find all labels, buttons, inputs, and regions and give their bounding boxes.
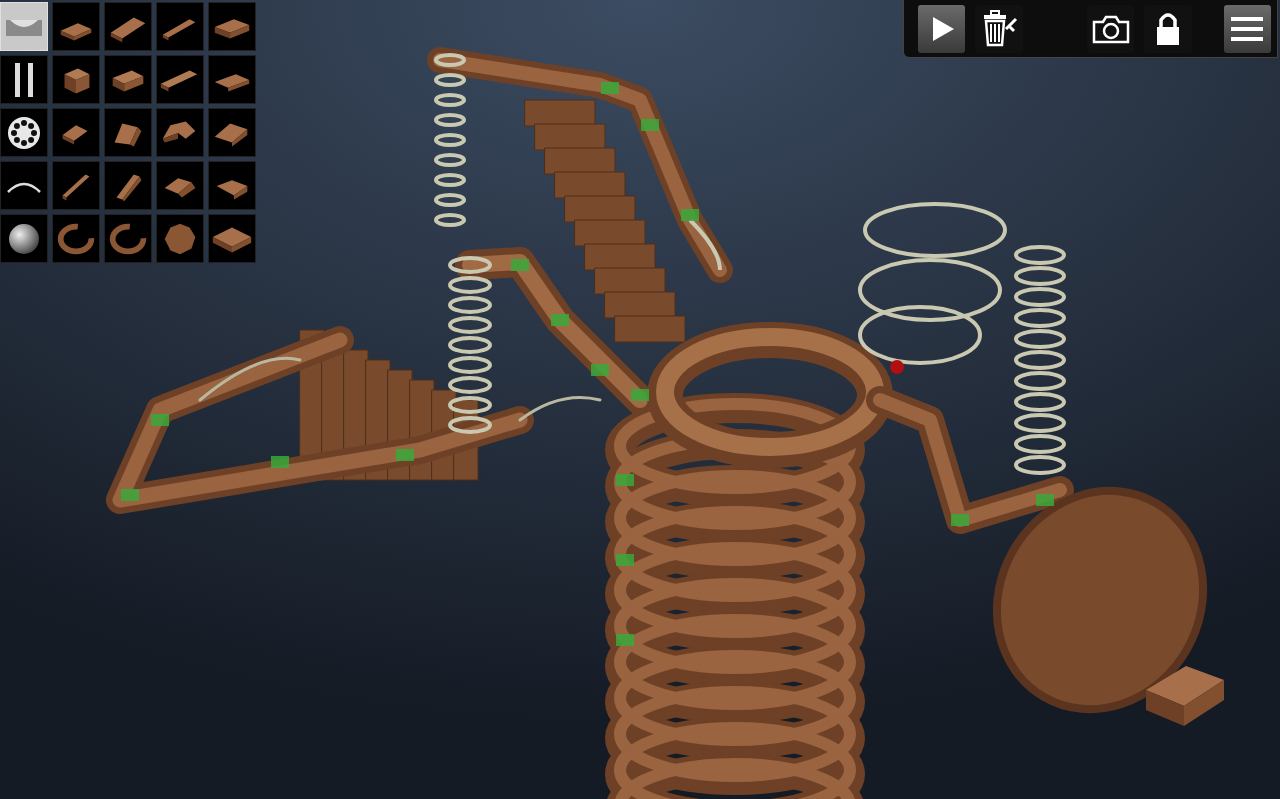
bar-piece-icon [157, 4, 203, 50]
corner-piece-icon [53, 110, 99, 156]
play-icon [927, 14, 957, 44]
piece-tile[interactable] [156, 2, 204, 51]
piece-tile[interactable] [208, 214, 256, 263]
track-icon [4, 12, 44, 42]
palette-row [0, 108, 256, 157]
ramp-piece-icon [105, 4, 151, 50]
piece-tile[interactable] [208, 108, 256, 157]
rails-icon [9, 61, 39, 99]
piece-palette [0, 2, 256, 263]
upper-frame-track [440, 60, 720, 342]
piece-tile[interactable] [208, 2, 256, 51]
step-piece-icon [157, 163, 203, 209]
slab-piece-icon [53, 4, 99, 50]
piece-tile[interactable] [104, 161, 152, 210]
ring-piece-icon [105, 216, 151, 262]
category-tile[interactable] [0, 2, 48, 51]
marble-ball [890, 360, 904, 374]
stick-piece-icon [53, 163, 99, 209]
category-tile[interactable] [0, 108, 48, 157]
camera-button[interactable] [1087, 5, 1134, 53]
camera-icon [1091, 13, 1131, 45]
lock-button[interactable] [1144, 5, 1191, 53]
piece-tile[interactable] [208, 55, 256, 104]
piece-tile[interactable] [156, 55, 204, 104]
category-tile[interactable] [0, 55, 48, 104]
palette-row [0, 2, 256, 51]
palette-row [0, 214, 256, 263]
ring-piece-icon [53, 216, 99, 262]
piece-tile[interactable] [52, 214, 100, 263]
fork-piece-icon [209, 110, 255, 156]
trash-icon [980, 9, 1018, 49]
piece-tile[interactable] [104, 214, 152, 263]
disc-piece-icon [157, 216, 203, 262]
game-screen [0, 0, 1280, 799]
left-loop-track [120, 262, 640, 500]
palette-row [0, 55, 256, 104]
piece-tile[interactable] [208, 161, 256, 210]
wire-icon [5, 176, 43, 196]
held-piece[interactable] [1146, 666, 1224, 726]
lock-icon [1152, 10, 1184, 48]
piece-tile[interactable] [104, 108, 152, 157]
arc-piece-icon [157, 110, 203, 156]
wheel-icon [5, 114, 43, 152]
category-tile[interactable] [0, 214, 48, 263]
piece-tile[interactable] [156, 161, 204, 210]
piece-tile[interactable] [104, 55, 152, 104]
piece-tile[interactable] [156, 214, 204, 263]
tray-piece-icon [209, 4, 255, 50]
track-joints [121, 82, 1054, 646]
category-tile[interactable] [0, 161, 48, 210]
right-track [880, 400, 1243, 747]
menu-button[interactable] [1224, 5, 1271, 53]
piece-tile[interactable] [52, 55, 100, 104]
spout-piece-icon [209, 163, 255, 209]
toolbar [903, 0, 1278, 58]
piece-tile[interactable] [52, 161, 100, 210]
cube-piece-icon [53, 57, 99, 103]
piece-tile[interactable] [104, 2, 152, 51]
beam-piece-icon [157, 57, 203, 103]
play-button[interactable] [918, 5, 965, 53]
spiral-tower [620, 337, 875, 799]
wedge-piece-icon [209, 57, 255, 103]
trash-button[interactable] [975, 5, 1022, 53]
piece-tile[interactable] [156, 108, 204, 157]
piece-tile[interactable] [52, 2, 100, 51]
ball-icon [7, 222, 41, 256]
block-piece-icon [105, 57, 151, 103]
piece-tile[interactable] [52, 108, 100, 157]
chute-piece-icon [105, 163, 151, 209]
palette-row [0, 161, 256, 210]
funnel-piece-icon [209, 216, 255, 262]
metal-springs [436, 55, 1064, 473]
menu-icon [1229, 14, 1265, 44]
bend-piece-icon [105, 110, 151, 156]
